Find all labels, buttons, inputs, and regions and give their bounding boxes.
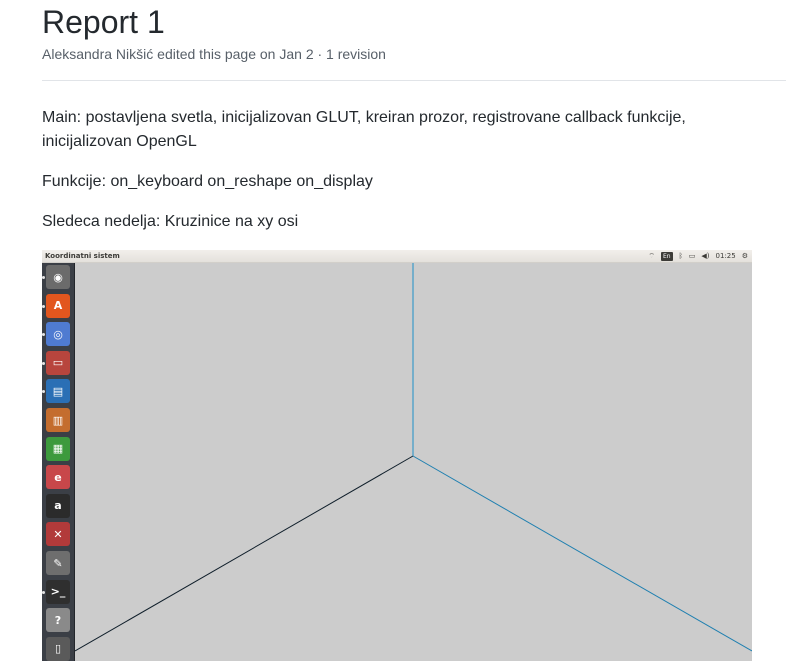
running-indicator — [42, 304, 45, 308]
y-axis-line — [412, 455, 752, 652]
running-indicator — [42, 590, 45, 594]
system-tray: ⌔ En ᛒ ▭ ◀) 01:25 ⚙ — [648, 251, 748, 261]
bluetooth-icon[interactable]: ᛒ — [679, 251, 683, 261]
page-title: Report 1 — [42, 4, 165, 40]
coordinate-axes — [74, 263, 752, 652]
ubuntu-launcher: ◉ A ◎ ▭ ▤ ▥ ▦ e a ✕ ✎ >_? ▯ — [42, 263, 75, 661]
libreoffice-writer-icon[interactable]: ▤ — [46, 379, 70, 404]
libreoffice-calc-icon[interactable]: ▦ — [46, 436, 70, 461]
amazon-icon[interactable]: a — [46, 493, 70, 518]
page-revision-meta: Aleksandra Nikšić edited this page on Ja… — [42, 46, 386, 62]
opengl-canvas — [74, 263, 752, 661]
window-title: Koordinatni sistem — [45, 252, 120, 260]
trash-icon[interactable]: ▯ — [46, 636, 70, 661]
keyboard-layout-indicator[interactable]: En — [660, 251, 673, 261]
software-center-icon[interactable]: A — [46, 293, 70, 318]
running-indicator — [42, 276, 45, 279]
ubuntu-one-icon[interactable]: e — [46, 465, 70, 490]
running-indicator — [42, 361, 45, 365]
text-editor-icon[interactable]: ✎ — [46, 551, 70, 575]
embedded-screenshot[interactable]: Koordinatni sistem ⌔ En ᛒ ▭ ◀) 01:25 ⚙ ◉… — [42, 250, 752, 661]
x-axis-line — [74, 455, 414, 652]
volume-icon[interactable]: ◀) — [701, 251, 709, 261]
paragraph-main: Main: postavljena svetla, inicijalizovan… — [42, 109, 686, 150]
help-icon[interactable]: ? — [46, 608, 70, 633]
clock[interactable]: 01:25 — [716, 251, 736, 261]
ubuntu-dash-icon[interactable]: ◉ — [46, 265, 70, 289]
running-indicator — [42, 333, 45, 337]
settings-gear-icon[interactable]: ⚙ — [742, 251, 748, 261]
ubuntu-top-panel: Koordinatni sistem ⌔ En ᛒ ▭ ◀) 01:25 ⚙ — [42, 250, 752, 263]
terminal-icon[interactable]: >_ — [46, 579, 70, 604]
battery-icon[interactable]: ▭ — [689, 251, 696, 261]
libreoffice-impress-icon[interactable]: ▥ — [46, 408, 70, 432]
paragraph-functions: Funkcije: on_keyboard on_reshape on_disp… — [42, 173, 373, 190]
file-manager-icon[interactable]: ▭ — [46, 350, 70, 375]
wifi-icon[interactable]: ⌔ — [648, 251, 655, 261]
header-divider — [42, 80, 786, 81]
running-indicator — [42, 390, 45, 394]
chromium-icon[interactable]: ◎ — [46, 322, 70, 347]
system-settings-icon[interactable]: ✕ — [46, 522, 70, 547]
paragraph-next-week: Sledeca nedelja: Kruzinice na xy osi — [42, 213, 299, 230]
wiki-page: Report 1 Aleksandra Nikšić edited this p… — [0, 0, 786, 661]
